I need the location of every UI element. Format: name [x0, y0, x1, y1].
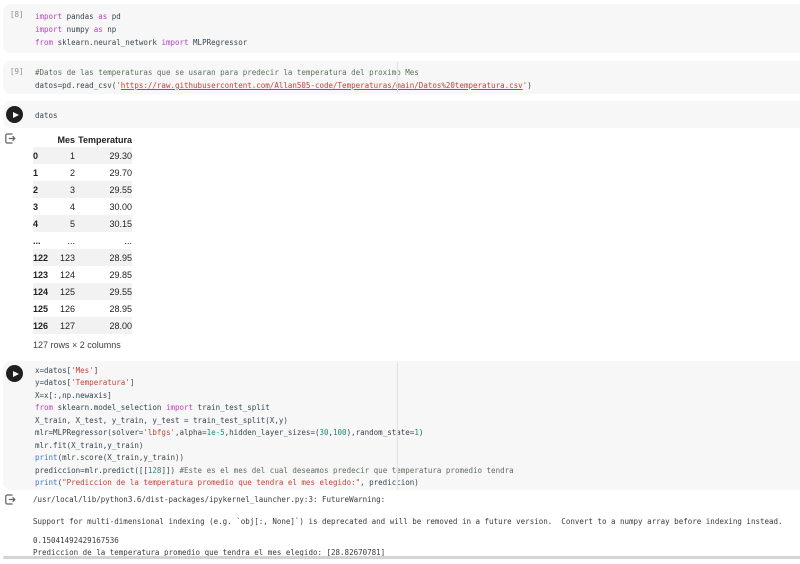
table-row: 4 5 30.15	[33, 215, 132, 232]
output-area-prediction: /usr/local/lib/python3.6/dist-packages/i…	[0, 490, 800, 557]
execution-count-9[interactable]: [9]	[10, 67, 24, 76]
code-cell-model-training: x=datos['Mes'] y=datos['Temperatura'] X=x[…	[3, 361, 800, 490]
code-editor-model-training[interactable]: x=datos['Mes'] y=datos['Temperatura'] X=x[…	[35, 361, 796, 490]
code-cell-imports: [8] import pandas as pd import numpy as n…	[3, 4, 800, 53]
table-row: 125 126 28.95	[33, 303, 132, 314]
dataframe-col-temperatura: Temperatura	[78, 134, 132, 145]
dataframe-table: Mes Temperatura 0 1 29.30 1 2 29.70 2 3 29.55 3 4 3…	[33, 132, 132, 334]
table-row: 123 124 29.85	[33, 269, 132, 280]
next-cell-divider	[3, 556, 800, 559]
dataframe-shape-caption: 127 rows × 2 columns	[33, 340, 121, 350]
table-row: 0 1 29.30	[33, 147, 132, 164]
table-row: 2 3 29.55	[33, 181, 132, 198]
output-indicator-icon[interactable]	[4, 132, 17, 145]
output-indicator-icon[interactable]	[4, 493, 17, 506]
table-row: 1 2 29.70	[33, 167, 132, 178]
code-cell-datos: datos	[3, 101, 800, 128]
future-warning-text: /usr/local/lib/python3.6/dist-packages/i…	[33, 495, 783, 526]
output-area-dataframe: Mes Temperatura 0 1 29.30 1 2 29.70 2 3 29.55 3 4 3…	[0, 130, 800, 358]
code-editor-imports[interactable]: import pandas as pd import numpy as np fro…	[35, 4, 796, 49]
dataframe-corner-cell	[33, 132, 57, 147]
table-row: 122 123 28.95	[33, 249, 132, 266]
code-editor-read-csv[interactable]: #Datos de las temperaturas que se usaran…	[35, 61, 796, 92]
play-icon	[12, 370, 19, 377]
code-cell-read-csv: [9] #Datos de las temperaturas que se us…	[3, 61, 800, 94]
play-icon	[12, 111, 19, 118]
editor-divider-line	[397, 362, 398, 489]
table-row: 124 125 29.55	[33, 283, 132, 300]
table-row: .........	[33, 235, 132, 246]
dataframe-output: Mes Temperatura 0 1 29.30 1 2 29.70 2 3 29.55 3 4 3…	[33, 132, 132, 350]
execution-count-8[interactable]: [8]	[10, 10, 24, 19]
code-editor-datos[interactable]: datos	[35, 101, 796, 122]
run-cell-button[interactable]	[6, 106, 23, 123]
editor-divider-line	[397, 62, 398, 93]
run-cell-button[interactable]	[6, 365, 23, 382]
dataframe-col-mes: Mes	[57, 134, 75, 145]
dataframe-header: Mes Temperatura	[33, 132, 132, 147]
csv-url-link[interactable]: https://raw.githubusercontent.com/Allan5…	[121, 81, 523, 90]
notebook-page: { "colors": { "keyword": "#bd3fbd", "str…	[0, 0, 800, 564]
table-row: 126 127 28.00	[33, 317, 132, 334]
table-row: 3 4 30.00	[33, 201, 132, 212]
